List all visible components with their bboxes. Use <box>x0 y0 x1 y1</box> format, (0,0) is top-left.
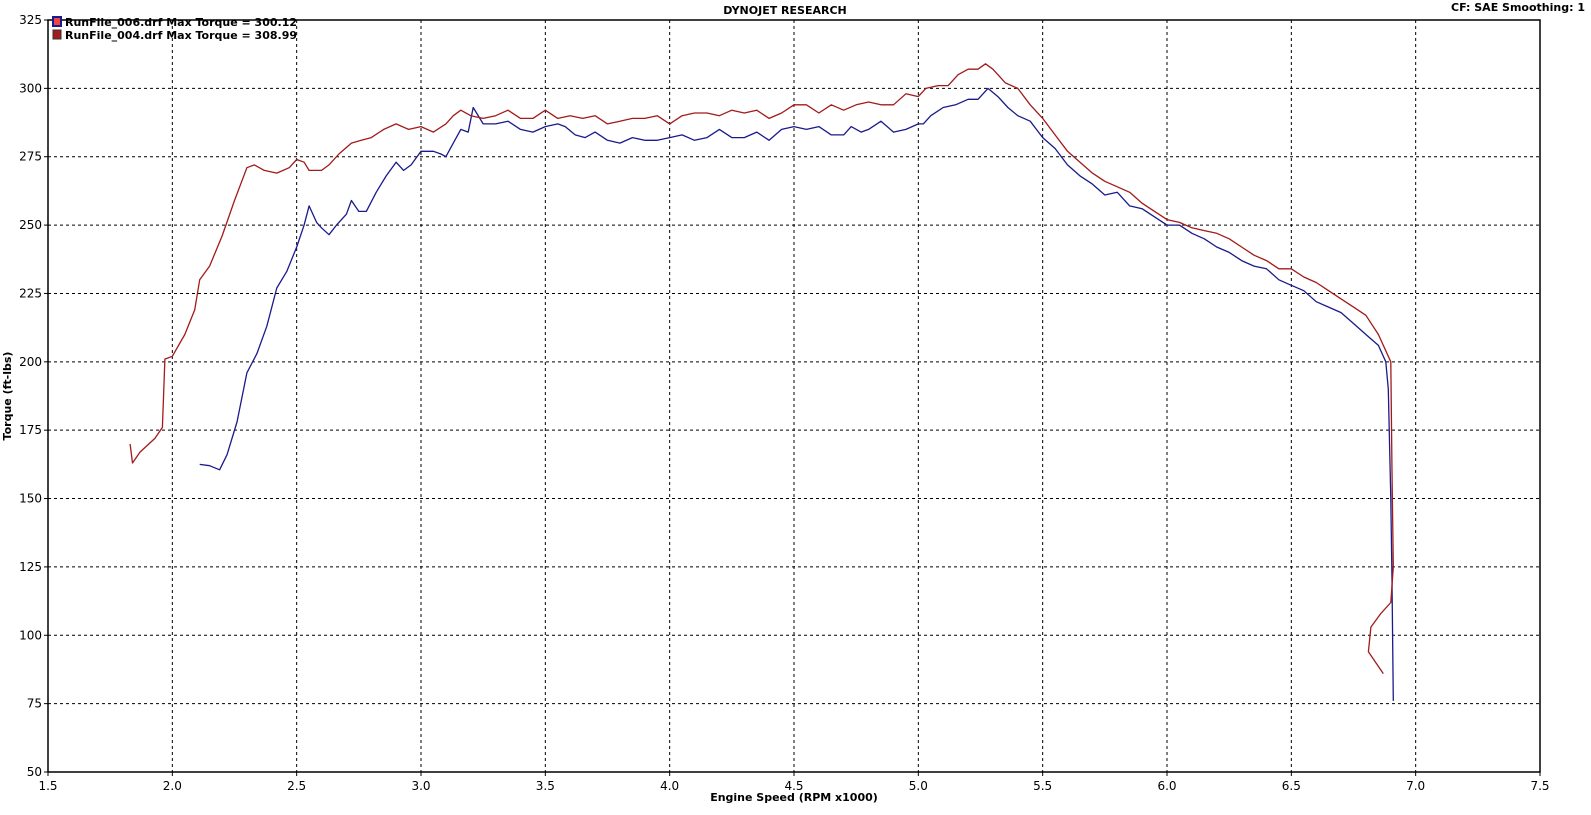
y-tick-label: 50 <box>27 765 42 779</box>
x-tick-label: 7.0 <box>1406 779 1425 793</box>
x-tick-label: 1.5 <box>38 779 57 793</box>
y-tick-label: 75 <box>27 697 42 711</box>
legend-item-run004: RunFile_004.drf Max Torque = 308.99 <box>52 29 297 42</box>
x-tick-label: 3.0 <box>411 779 430 793</box>
x-tick-label: 4.0 <box>660 779 679 793</box>
correction-info: CF: SAE Smoothing: 1 <box>1451 1 1585 14</box>
x-tick-label: 6.5 <box>1282 779 1301 793</box>
chart-title: DYNOJET RESEARCH <box>723 4 846 17</box>
y-tick-label: 125 <box>19 560 42 574</box>
legend-label-run004: RunFile_004.drf Max Torque = 308.99 <box>65 29 297 42</box>
y-axis-label: Torque (ft-lbs) <box>1 352 14 441</box>
legend-label-run006: RunFile_006.drf Max Torque = 300.12 <box>65 16 297 29</box>
x-tick-label: 7.5 <box>1530 779 1549 793</box>
x-tick-label: 2.5 <box>287 779 306 793</box>
y-tick-label: 200 <box>19 355 42 369</box>
plot-area: 1.5 2.0 2.5 3.0 3.5 4.0 4.5 5.0 5.5 6.0 6.5 7.0 7.5 … <box>19 13 1549 793</box>
x-tick-label: 6.0 <box>1157 779 1176 793</box>
legend-swatch-run006 <box>52 16 62 27</box>
legend-swatch-run004 <box>52 29 62 40</box>
x-tick-label: 2.0 <box>163 779 182 793</box>
x-axis-label: Engine Speed (RPM x1000) <box>710 791 878 804</box>
y-tick-label: 100 <box>19 628 42 642</box>
y-tick-label: 275 <box>19 150 42 164</box>
y-tick-label: 150 <box>19 492 42 506</box>
y-tick-label: 325 <box>19 13 42 27</box>
y-tick-label: 250 <box>19 218 42 232</box>
legend-item-run006: RunFile_006.drf Max Torque = 300.12 <box>52 16 297 29</box>
dyno-chart: DYNOJET RESEARCH CF: SAE Smoothing: 1 1.… <box>1 1 1585 804</box>
x-tick-label: 5.5 <box>1033 779 1052 793</box>
y-tick-labels: 50 75 100 125 150 175 200 225 250 275 300 325 <box>19 13 42 779</box>
y-tick-label: 225 <box>19 286 42 300</box>
x-tick-label: 5.0 <box>909 779 928 793</box>
plot-border <box>47 19 1541 773</box>
y-tick-label: 300 <box>19 81 42 95</box>
legend: RunFile_006.drf Max Torque = 300.12 RunF… <box>52 16 297 42</box>
y-tick-label: 175 <box>19 423 42 437</box>
x-tick-label: 3.5 <box>536 779 555 793</box>
